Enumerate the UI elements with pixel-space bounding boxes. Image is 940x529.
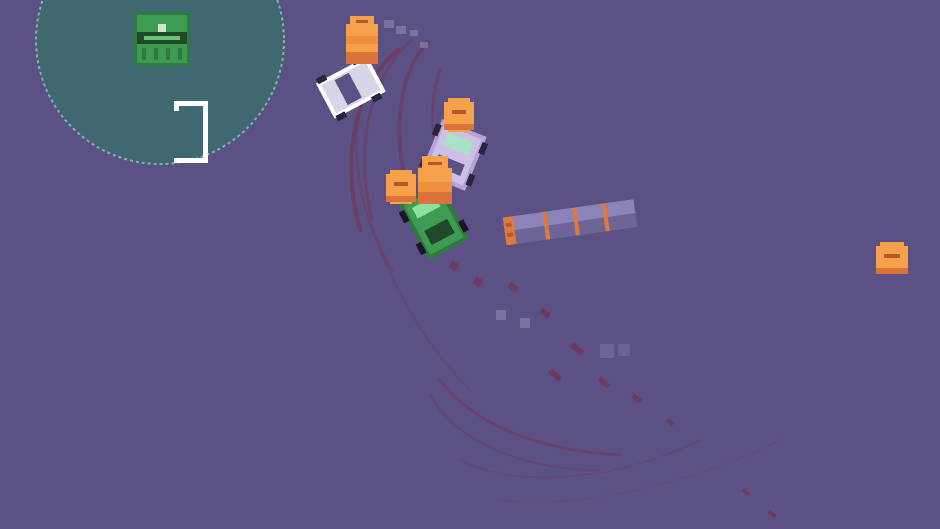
treasure-chest-icon	[134, 12, 190, 66]
coin-icon	[444, 98, 474, 132]
coin-stack-1	[346, 16, 378, 64]
coin-icon	[386, 170, 416, 204]
coin-icon	[876, 242, 908, 274]
game-scene	[0, 0, 940, 529]
coin-stack-2	[418, 156, 452, 204]
